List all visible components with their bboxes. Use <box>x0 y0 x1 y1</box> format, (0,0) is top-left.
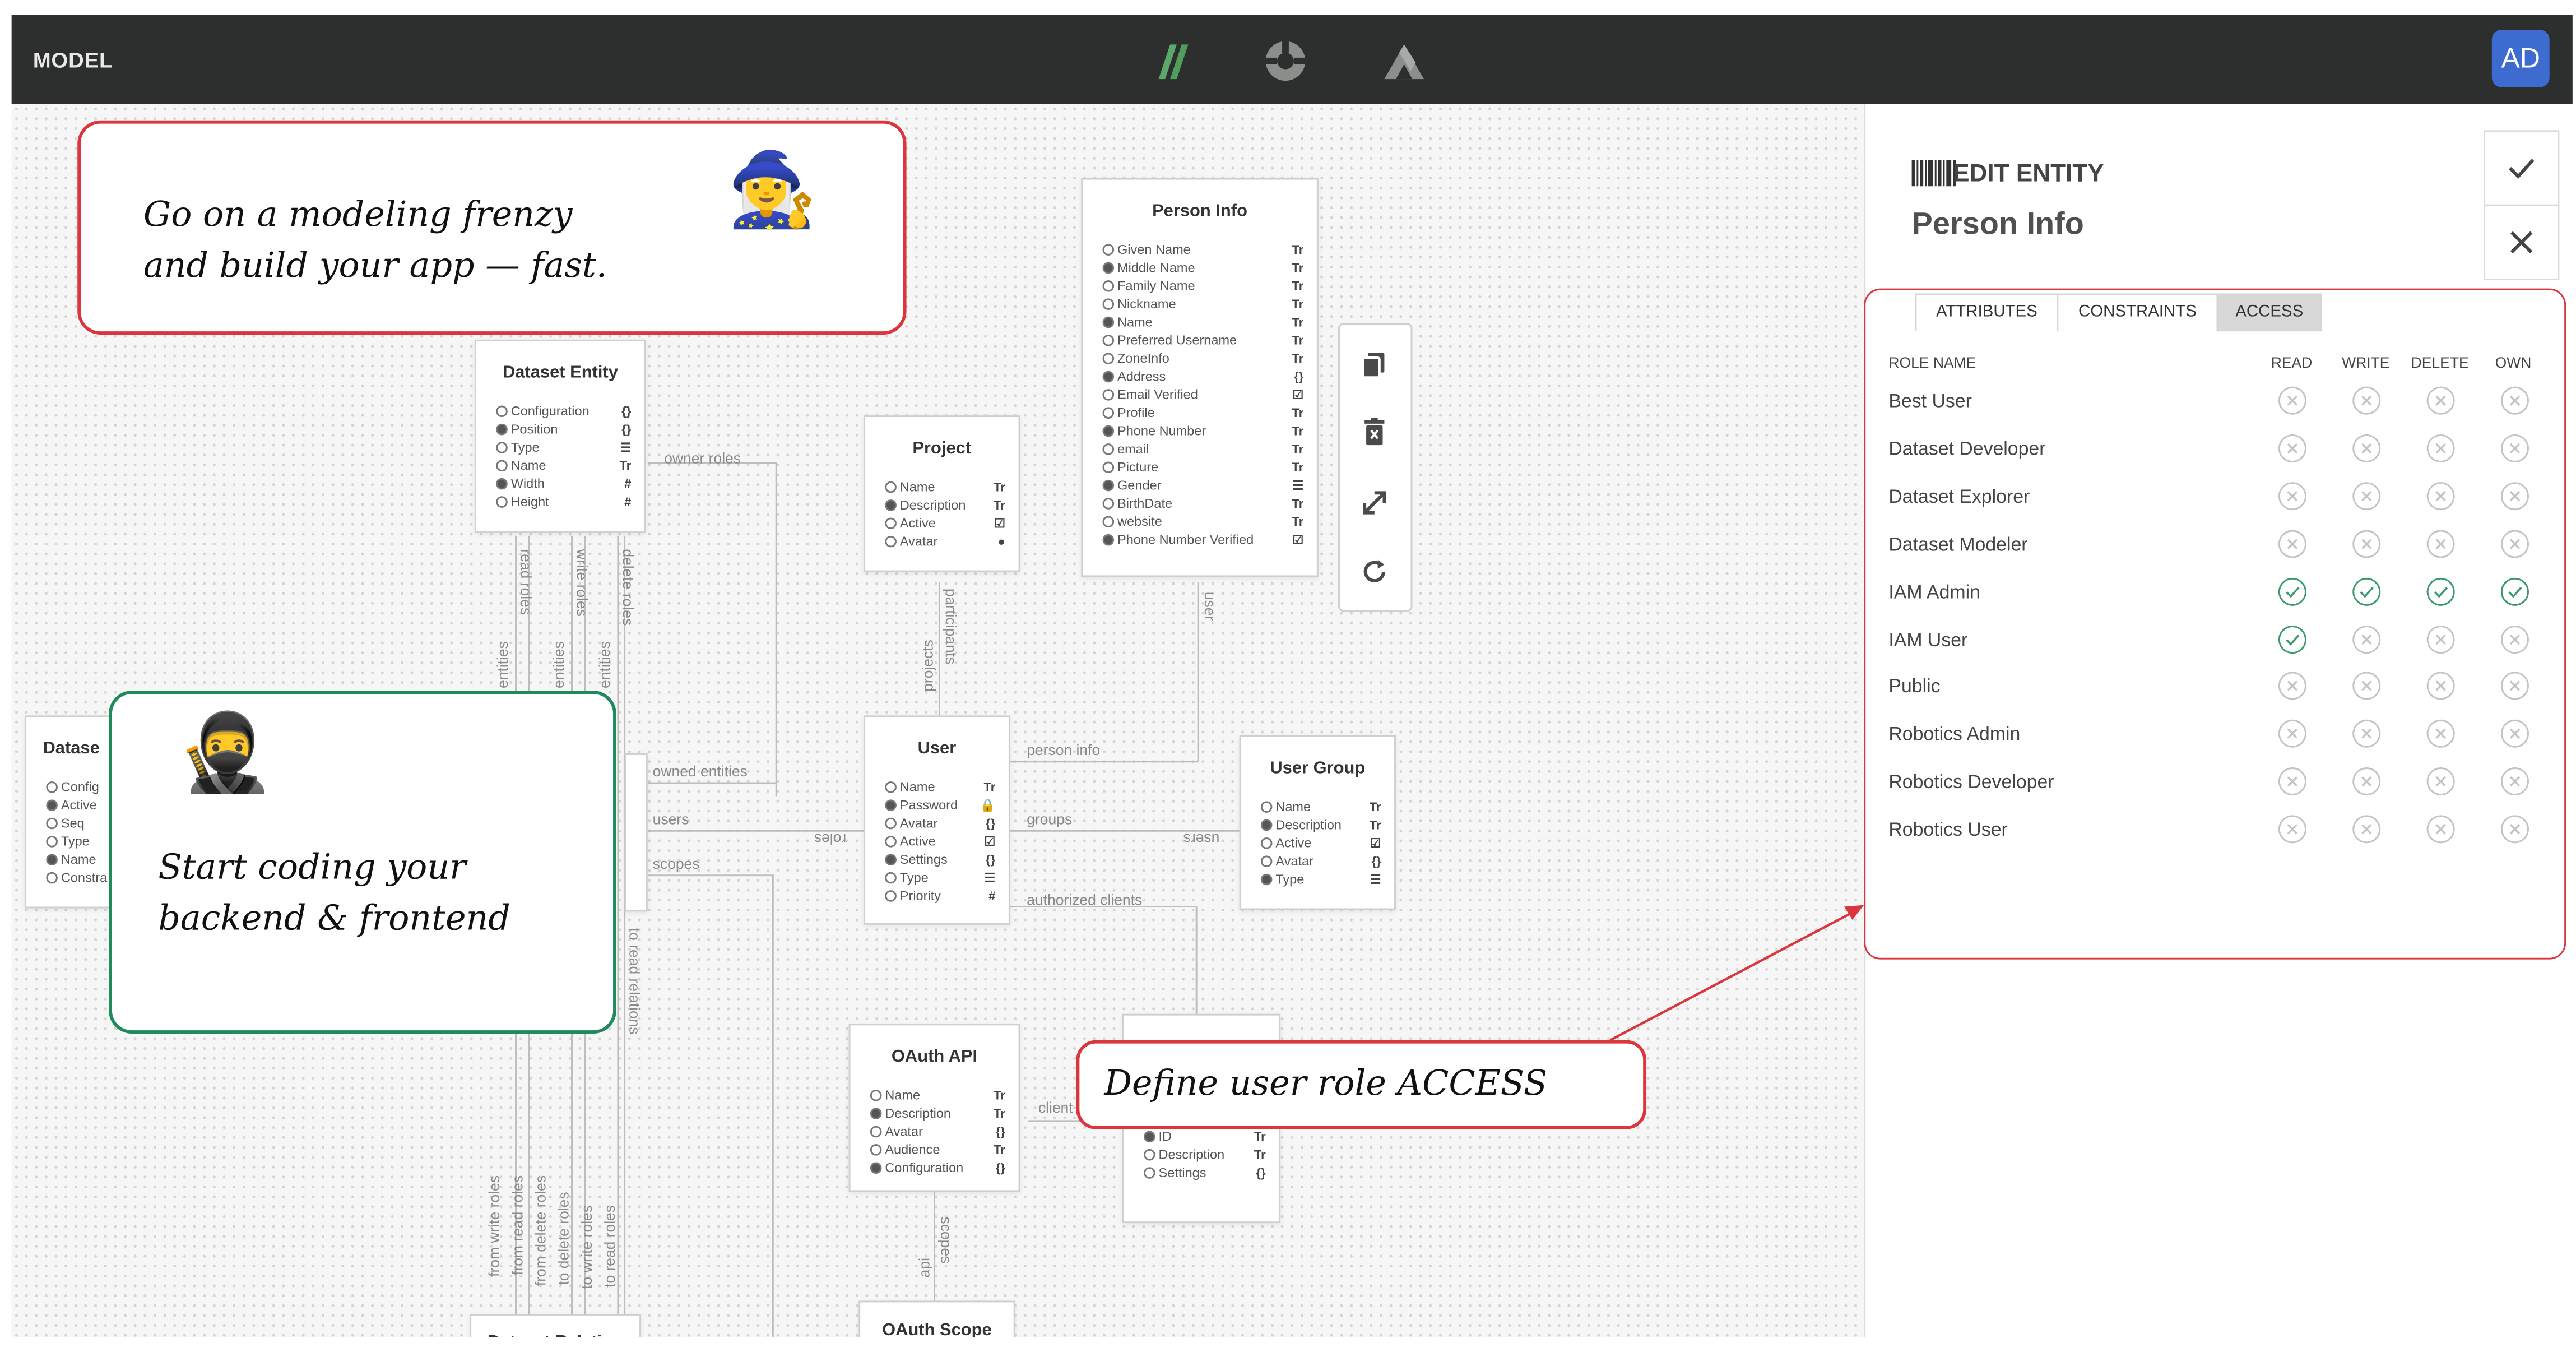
screenshot-stage: MODEL AD owner roles read roles write ro… <box>0 0 2576 1352</box>
pointer-arrow <box>1609 905 1864 1041</box>
app-window: MODEL AD owner roles read roles write ro… <box>11 15 2573 1337</box>
